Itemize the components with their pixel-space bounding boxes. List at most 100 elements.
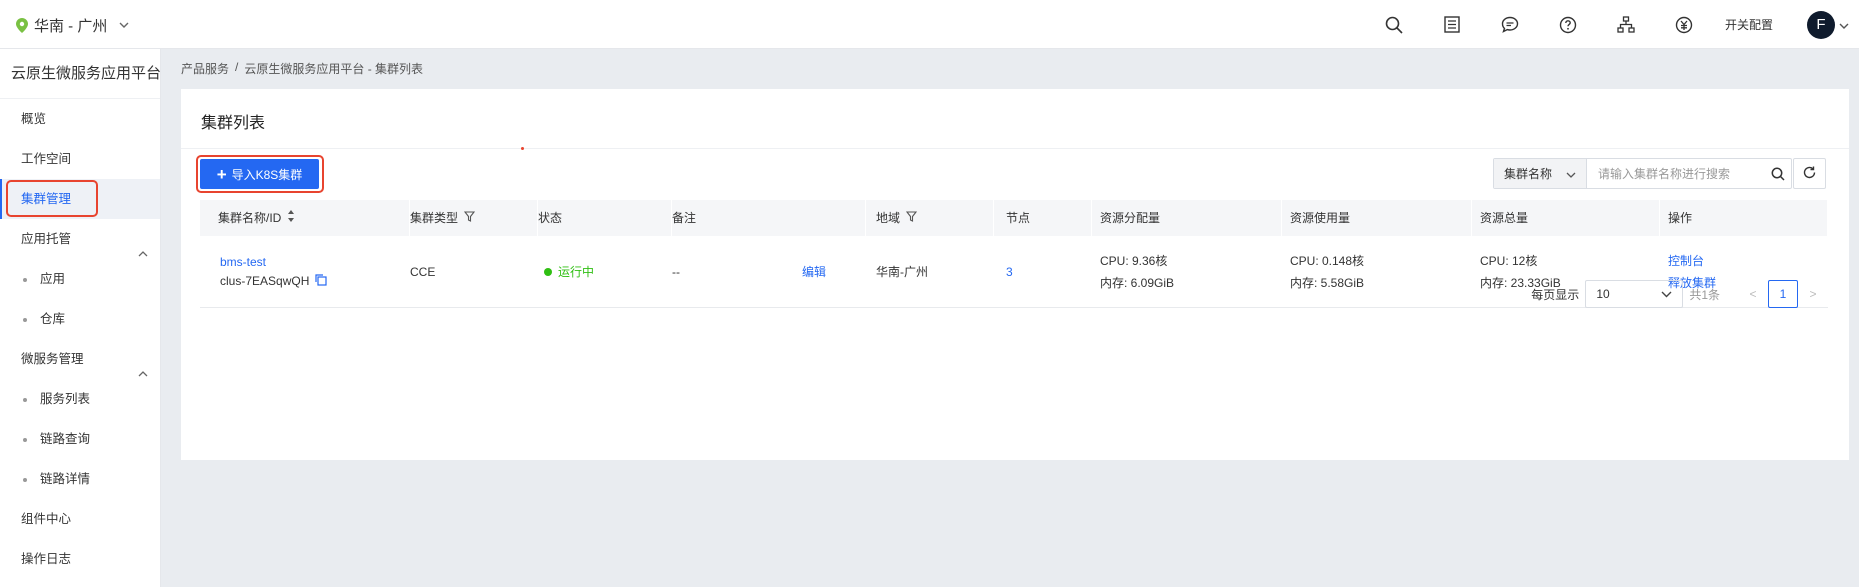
filter-icon[interactable] [463, 200, 476, 236]
nodes-link[interactable]: 3 [1006, 265, 1092, 279]
cell-status: 运行中 [538, 236, 672, 307]
status-badge: 运行中 [544, 263, 672, 280]
sidebar-item-label: 链路详情 [40, 472, 91, 486]
allocated-cpu: CPU: 9.36核 [1100, 254, 1168, 268]
column-header-used: 资源使用量 [1282, 200, 1472, 236]
chevron-down-icon [1566, 167, 1576, 181]
filter-icon[interactable] [905, 200, 918, 236]
sidebar-item-workspace[interactable]: 工作空间 [0, 139, 160, 179]
import-button-label: 导入K8S集群 [231, 167, 303, 182]
column-header-type: 集群类型 [410, 200, 538, 236]
cell-nodes: 3 [994, 236, 1092, 307]
column-header-label: 资源使用量 [1290, 211, 1351, 225]
sidebar-item-label: 集群管理 [21, 192, 72, 206]
sidebar-item-trace-query[interactable]: 链路查询 [0, 419, 160, 459]
page-title: 集群列表 [201, 115, 266, 132]
column-header-region: 地域 [866, 200, 994, 236]
sidebar-item-label: 操作日志 [21, 552, 72, 566]
breadcrumb-item-current: 云原生微服务应用平台 - 集群列表 [244, 62, 424, 76]
sidebar-item-label: 仓库 [40, 312, 66, 326]
cell-allocated: CPU: 9.36核 内存: 6.09GiB [1092, 236, 1282, 307]
avatar[interactable]: F [1807, 10, 1835, 39]
sort-icon[interactable] [287, 200, 295, 236]
sidebar-item-label: 服务列表 [40, 392, 91, 406]
region-label: 华南 - 广州 [34, 17, 108, 35]
sidebar-item-cluster-management[interactable]: 集群管理 [0, 179, 160, 219]
search-icon[interactable] [1764, 159, 1791, 188]
cell-region: 华南-广州 [866, 236, 994, 307]
refresh-button[interactable] [1793, 158, 1826, 189]
sidebar-item-microservice-management[interactable]: 微服务管理 [0, 339, 160, 379]
message-icon[interactable] [1481, 0, 1539, 49]
plus-icon: + [216, 164, 227, 184]
sidebar-item-label: 概览 [21, 112, 47, 126]
cluster-type: CCE [410, 264, 436, 279]
sidebar-item-repository[interactable]: 仓库 [0, 299, 160, 339]
sidebar-item-label: 工作空间 [21, 152, 72, 166]
console-link[interactable]: 控制台 [1668, 252, 1828, 269]
next-page-button[interactable]: > [1798, 287, 1828, 301]
billing-icon[interactable] [1655, 0, 1713, 49]
sidebar: 云原生微服务应用平台 概览 工作空间 集群管理 应用托管 应用 仓库 微服务管理… [0, 49, 161, 587]
refresh-icon [1802, 165, 1817, 183]
cluster-id: clus-7EASqwQH [220, 274, 310, 288]
used-memory: 内存: 5.58GiB [1290, 276, 1365, 290]
document-list-icon[interactable] [1423, 0, 1481, 49]
column-header-label: 资源分配量 [1100, 211, 1161, 225]
sidebar-item-service-list[interactable]: 服务列表 [0, 379, 160, 419]
column-header-label: 状态 [538, 211, 563, 225]
page-size-select[interactable]: 10 [1585, 280, 1684, 308]
breadcrumb-item-product-service[interactable]: 产品服务 [181, 60, 229, 77]
sidebar-item-application[interactable]: 应用 [0, 259, 160, 299]
column-header-actions: 操作 [1660, 200, 1828, 236]
edit-remark-link[interactable]: 编辑 [802, 263, 826, 280]
breadcrumb-separator: / [235, 60, 239, 74]
pagination: 每页显示 10 共1条 < 1 > [1531, 280, 1828, 308]
status-text: 运行中 [558, 265, 595, 279]
cluster-name-link[interactable]: bms-test [220, 255, 410, 269]
sidebar-item-overview[interactable]: 概览 [0, 99, 160, 139]
sidebar-item-operation-log[interactable]: 操作日志 [0, 539, 160, 579]
copy-icon[interactable] [315, 273, 327, 289]
annotation-dot [521, 147, 524, 150]
column-header-nodes: 节点 [994, 200, 1092, 236]
table-header: 集群名称/ID 集群类型 状态 备注 地域 节点 资源分配量 资源使用量 资源总… [200, 200, 1828, 236]
page-size-label: 每页显示 [1531, 287, 1580, 302]
column-header-total: 资源总量 [1472, 200, 1660, 236]
region-selector[interactable]: 华南 - 广州 [16, 13, 129, 37]
column-header-label: 操作 [1668, 211, 1693, 225]
column-header-name-id[interactable]: 集群名称/ID [200, 200, 410, 236]
column-header-label: 地域 [876, 211, 901, 225]
chevron-down-icon[interactable] [1839, 18, 1849, 32]
search-field-select[interactable]: 集群名称 [1494, 159, 1587, 188]
import-k8s-cluster-button[interactable]: + 导入K8S集群 [200, 159, 319, 189]
column-header-label: 集群名称/ID [218, 211, 282, 225]
help-icon[interactable] [1539, 0, 1597, 49]
top-bar: 华南 - 广州 开关配置 F [0, 0, 1859, 49]
remark-text: -- [672, 264, 680, 279]
org-chart-icon[interactable] [1597, 0, 1655, 49]
search-input[interactable] [1587, 159, 1764, 188]
sidebar-item-label: 应用 [40, 272, 66, 286]
search-group: 集群名称 [1493, 158, 1792, 189]
sidebar-item-app-hosting[interactable]: 应用托管 [0, 219, 160, 259]
prev-page-button[interactable]: < [1738, 287, 1768, 301]
column-header-label: 备注 [672, 211, 697, 225]
page-number-button[interactable]: 1 [1768, 280, 1798, 308]
sidebar-item-trace-detail[interactable]: 链路详情 [0, 459, 160, 499]
search-icon[interactable] [1365, 0, 1423, 49]
status-dot-icon [544, 267, 552, 276]
column-header-label: 节点 [1006, 211, 1031, 225]
sidebar-item-label: 链路查询 [40, 432, 91, 446]
used-cpu: CPU: 0.148核 [1290, 254, 1365, 268]
sidebar-title: 云原生微服务应用平台 [0, 49, 161, 99]
chevron-down-icon [1661, 287, 1672, 301]
sidebar-item-component-center[interactable]: 组件中心 [0, 499, 160, 539]
sidebar-item-label: 应用托管 [21, 232, 72, 246]
cluster-list-card: 集群列表 + 导入K8S集群 集群名称 集群名称/ID 集群类型 [181, 89, 1849, 460]
search-field-label: 集群名称 [1504, 167, 1553, 181]
switch-config-link[interactable]: 开关配置 [1725, 16, 1773, 33]
total-count: 共1条 [1689, 287, 1720, 302]
column-header-status: 状态 [538, 200, 672, 236]
allocated-memory: 内存: 6.09GiB [1100, 276, 1175, 290]
